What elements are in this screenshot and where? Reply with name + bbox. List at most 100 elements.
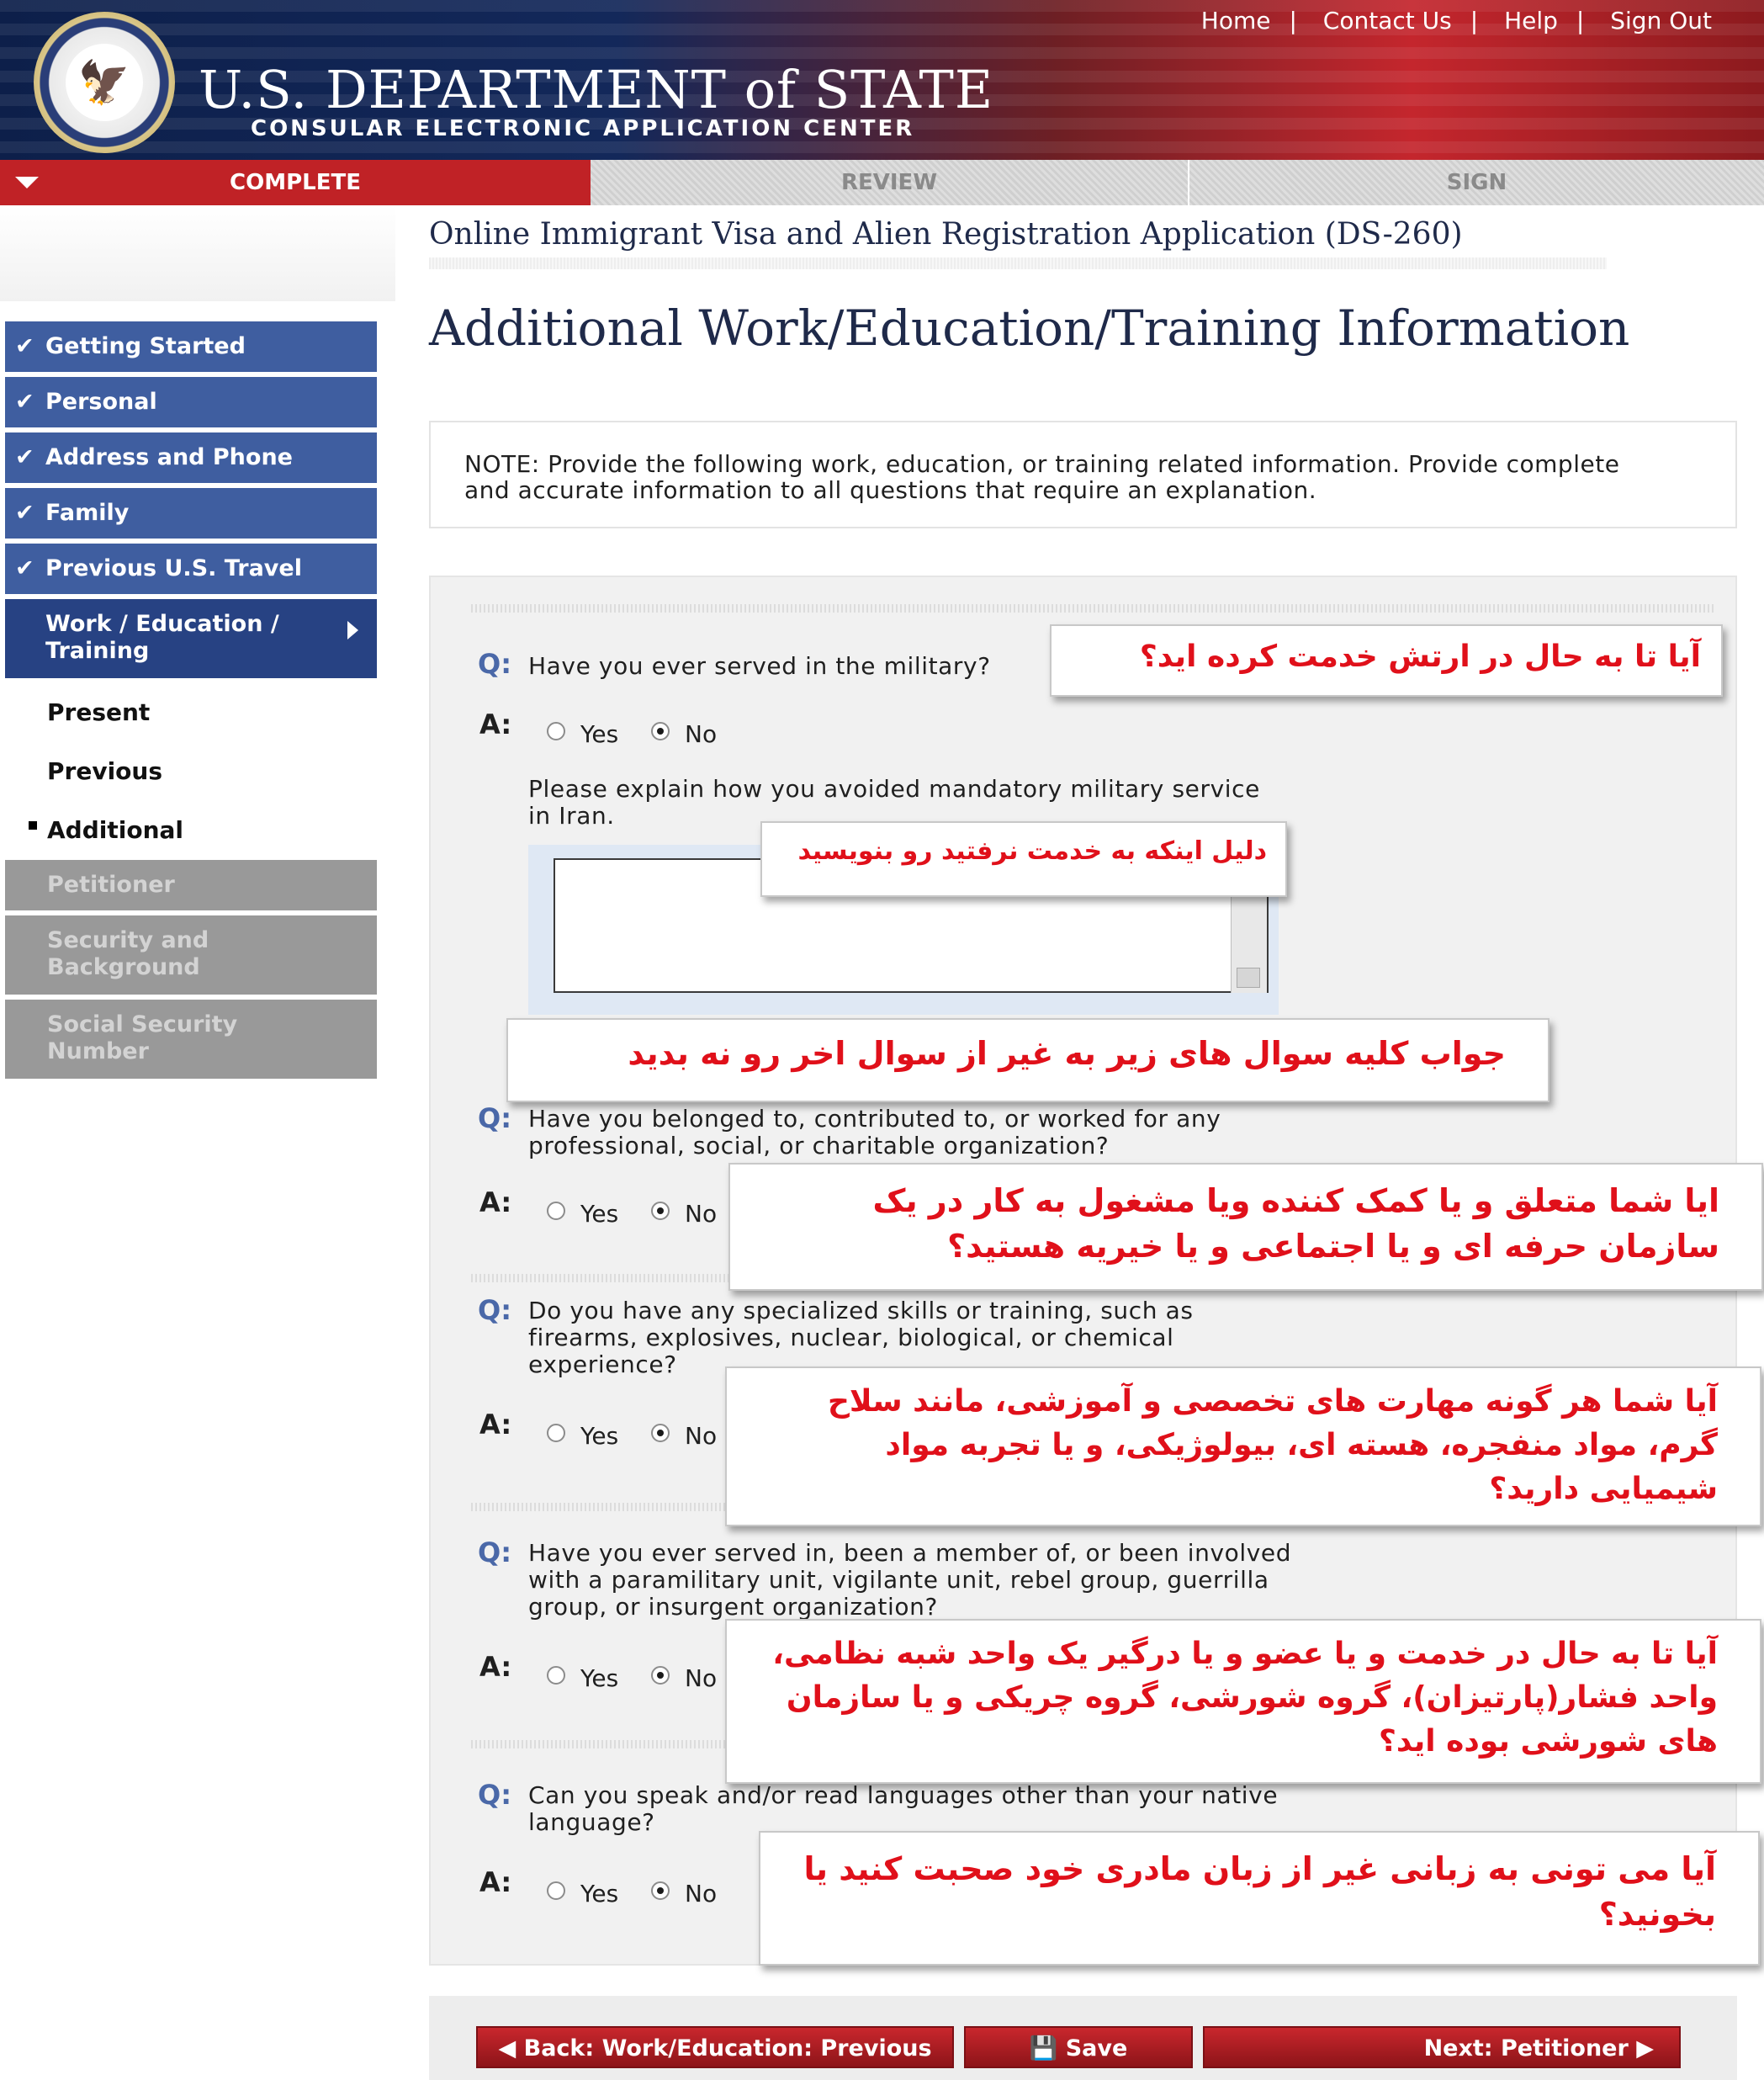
sidebar-item-petitioner: Petitioner	[5, 860, 377, 910]
paramilitary-yes-radio[interactable]	[547, 1666, 565, 1685]
current-bullet-icon	[29, 821, 37, 830]
annotation-callout-skills: آیا شما هر گونه مهارت های تخصصی و آموزشی…	[725, 1366, 1761, 1526]
sidebar-top-spacer	[0, 205, 395, 301]
sidebar-subitem-label: Previous	[47, 757, 163, 785]
a-label: A:	[479, 1186, 512, 1218]
floppy-disk-icon: 💾	[1029, 2035, 1066, 2061]
sidebar-item-label: Family	[45, 500, 130, 526]
annotation-callout-organization: ایا شما متعلق و یا کمک کننده ویا مشغول ب…	[728, 1163, 1763, 1291]
nav-separator: |	[1470, 7, 1479, 34]
step-sign: SIGN	[1189, 160, 1764, 205]
scroll-down-icon[interactable]	[1237, 968, 1260, 988]
back-button-label: Back: Work/Education: Previous	[523, 2035, 932, 2061]
progress-bar: COMPLETE REVIEW SIGN	[0, 160, 1764, 205]
annotation-callout-paramilitary: آیا تا به حال در خدمت و یا عضو و یا درگی…	[725, 1619, 1761, 1784]
step-complete[interactable]: COMPLETE	[0, 160, 591, 205]
save-button-label: Save	[1065, 2035, 1128, 2061]
languages-yes-radio[interactable]	[547, 1881, 565, 1900]
no-label: No	[685, 720, 718, 748]
a-label: A:	[479, 1866, 512, 1898]
chevron-right-icon	[347, 621, 358, 639]
sidebar: ✔ Getting Started ✔ Personal ✔ Address and …	[5, 321, 377, 1084]
question-languages: Can you speak and/or read languages othe…	[528, 1781, 1279, 1836]
annotation-callout-military: آیا تا به حال در ارتش خدمت کرده اید؟	[1050, 624, 1723, 697]
sidebar-subitem-label: Present	[47, 698, 151, 726]
chevron-right-icon: ▶	[1628, 2035, 1654, 2061]
sidebar-item-label: Social Security Number	[47, 1011, 238, 1064]
no-label: No	[685, 1664, 718, 1692]
sidebar-subitem-label: Additional	[47, 816, 183, 844]
note-text: NOTE: Provide the following work, educat…	[464, 450, 1620, 504]
sidebar-item-work-education[interactable]: Work / Education / Training	[5, 599, 377, 678]
q-label: Q:	[478, 1102, 511, 1134]
no-label: No	[685, 1200, 718, 1228]
eagle-seal-icon: 🦅	[34, 12, 175, 153]
sidebar-item-label: Security and Background	[47, 927, 209, 980]
question-military: Have you ever served in the military?	[528, 652, 991, 680]
save-button[interactable]: 💾 Save	[964, 2026, 1193, 2068]
a-label: A:	[479, 1651, 512, 1683]
step-review: REVIEW	[591, 160, 1188, 205]
sidebar-subitem-present[interactable]: Present	[5, 683, 377, 742]
yes-label: Yes	[580, 720, 619, 748]
sidebar-item-label: Personal	[45, 389, 157, 415]
sidebar-subitem-previous[interactable]: Previous	[5, 742, 377, 801]
page-title: Additional Work/Education/Training Infor…	[429, 300, 1630, 357]
skills-no-radio[interactable]	[651, 1424, 670, 1442]
sidebar-subitem-additional[interactable]: Additional	[5, 801, 377, 860]
q-label: Q:	[478, 648, 511, 680]
q-label: Q:	[478, 1294, 511, 1326]
checkmark-icon: ✔	[15, 333, 34, 359]
military-no-radio[interactable]	[651, 722, 670, 740]
nav-contact-link[interactable]: Contact Us	[1305, 7, 1470, 34]
organization-yes-radio[interactable]	[547, 1202, 565, 1220]
step-sign-label: SIGN	[1446, 170, 1507, 195]
nav-signout-link[interactable]: Sign Out	[1592, 7, 1730, 34]
checkmark-icon: ✔	[15, 389, 34, 415]
sidebar-item-personal[interactable]: ✔ Personal	[5, 377, 377, 427]
organization-no-radio[interactable]	[651, 1202, 670, 1220]
sidebar-item-label: Petitioner	[47, 872, 175, 898]
yes-label: Yes	[580, 1880, 619, 1908]
textarea-scrollbar[interactable]	[1231, 894, 1267, 993]
sidebar-item-social-security: Social Security Number	[5, 1000, 377, 1079]
question-organization: Have you belonged to, contributed to, or…	[528, 1105, 1221, 1159]
sidebar-item-previous-travel[interactable]: ✔ Previous U.S. Travel	[5, 544, 377, 594]
yes-label: Yes	[580, 1422, 619, 1450]
sidebar-item-label: Work / Education / Training	[45, 611, 279, 664]
annotation-callout-languages: آیا می تونی به زبانی غیر از زبان مادری خ…	[759, 1831, 1760, 1966]
yes-label: Yes	[580, 1664, 619, 1692]
back-button[interactable]: ◀ Back: Work/Education: Previous	[476, 2026, 954, 2068]
sidebar-item-getting-started[interactable]: ✔ Getting Started	[5, 321, 377, 372]
brand-title: U.S. DEPARTMENT of STATE	[199, 59, 994, 120]
annotation-callout-answer-no: جواب کلیه سوال های زیر به غیر از سوال اخ…	[506, 1018, 1549, 1102]
yes-label: Yes	[580, 1200, 619, 1228]
skills-yes-radio[interactable]	[547, 1424, 565, 1442]
site-header: 🦅 U.S. DEPARTMENT of STATE CONSULAR ELEC…	[0, 0, 1764, 160]
sidebar-item-label: Previous U.S. Travel	[45, 555, 302, 581]
nav-help-link[interactable]: Help	[1486, 7, 1576, 34]
a-label: A:	[479, 1409, 512, 1441]
next-button-label: Next: Petitioner	[1423, 2035, 1629, 2061]
sidebar-item-address-phone[interactable]: ✔ Address and Phone	[5, 432, 377, 483]
annotation-callout-explain: دلیل اینکه به خدمت نرفتید رو بنویسید	[760, 821, 1287, 897]
no-label: No	[685, 1880, 718, 1908]
nav-home-link[interactable]: Home	[1183, 7, 1290, 34]
form-title-underline	[429, 257, 1607, 269]
next-button[interactable]: Next: Petitioner ▶	[1203, 2026, 1681, 2068]
form-title: Online Immigrant Visa and Alien Registra…	[429, 217, 1463, 252]
nav-separator: |	[1289, 7, 1297, 34]
paramilitary-no-radio[interactable]	[651, 1666, 670, 1685]
sidebar-item-label: Getting Started	[45, 333, 246, 359]
sidebar-item-family[interactable]: ✔ Family	[5, 488, 377, 539]
q-label: Q:	[478, 1779, 511, 1811]
military-yes-radio[interactable]	[547, 722, 565, 740]
checkmark-icon: ✔	[15, 555, 34, 581]
question-paramilitary: Have you ever served in, been a member o…	[528, 1539, 1292, 1621]
checkmark-icon: ✔	[15, 444, 34, 470]
languages-no-radio[interactable]	[651, 1881, 670, 1900]
sidebar-item-security: Security and Background	[5, 915, 377, 995]
brand-subtitle: CONSULAR ELECTRONIC APPLICATION CENTER	[251, 116, 915, 141]
checkmark-icon: ✔	[15, 500, 34, 526]
step-review-label: REVIEW	[840, 170, 938, 195]
